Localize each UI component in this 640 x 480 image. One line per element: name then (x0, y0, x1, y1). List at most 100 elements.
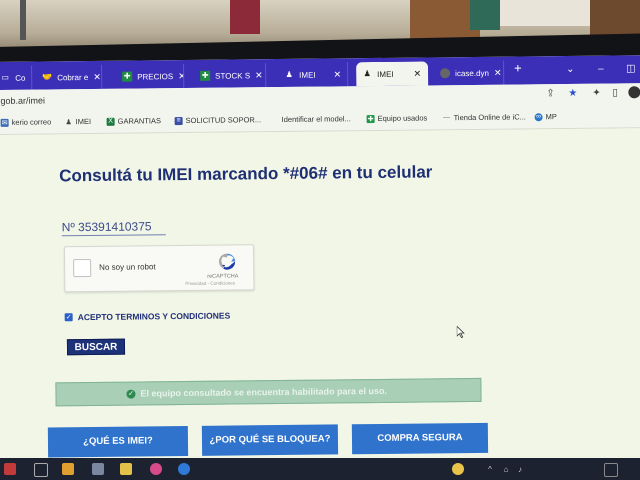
bookmark-item[interactable]: ≡ SOLICITUD SOPOR... (174, 115, 262, 125)
url-text[interactable]: gob.ar/imei (0, 95, 45, 105)
recaptcha-logo-icon (218, 253, 236, 270)
recaptcha-terms[interactable]: Privacidad - Condiciones (185, 280, 235, 286)
bookmark-item[interactable]: — Tienda Online de iC... (443, 112, 526, 122)
bookmark-label: kerio correo (11, 117, 52, 127)
close-icon[interactable]: ✕ (494, 67, 502, 78)
what-is-imei-button[interactable]: ¿QUÉ ES IMEI? (47, 425, 189, 458)
monitor-screen: ▭ Co ✕ 🤝 Cobrar e ✕ ✚ PRECIOS ✕ ✚ STOCK … (0, 55, 640, 480)
app-icon[interactable] (92, 463, 104, 475)
mercadopago-icon: ∞ (534, 112, 543, 121)
network-icon[interactable]: ⌂ (500, 463, 512, 475)
bookmark-label: Tienda Online de iC... (453, 112, 526, 123)
globe-icon (440, 68, 451, 79)
sheets-icon: ✚ (122, 71, 133, 82)
browser-tab[interactable]: ✚ PRECIOS ✕ (116, 64, 185, 89)
terms-checkbox-row[interactable]: ✓ ACEPTO TERMINOS Y CONDICIONES (64, 310, 231, 323)
close-icon[interactable]: ✕ (30, 72, 32, 83)
bookmark-item[interactable]: Identificar el model... (271, 114, 351, 124)
page-icon: ▭ (1, 72, 9, 82)
browser-tab[interactable]: ▭ Co ✕ (0, 65, 33, 90)
minimize-icon[interactable]: – (598, 64, 604, 75)
bookmark-label: Equipo usados (377, 113, 428, 123)
handshake-icon: 🤝 (42, 72, 53, 82)
bookmark-item[interactable]: ∞ MP (534, 112, 557, 122)
person-icon: ♟ (65, 118, 72, 126)
tab-label: STOCK S (215, 70, 251, 81)
bookmark-label: MP (545, 112, 557, 122)
browser-tab[interactable]: ♟ IMEI ✕ (278, 62, 349, 88)
background-light (500, 0, 600, 26)
maximize-icon[interactable]: ◫ (626, 63, 636, 74)
sidebar-icon[interactable]: ▯ (612, 87, 618, 98)
close-icon[interactable]: ✕ (255, 70, 263, 81)
new-tab-button[interactable]: + (514, 60, 522, 75)
taskbar: ^ ⌂ ♪ (0, 458, 640, 480)
bookmark-item[interactable]: ♟ IMEI (65, 116, 92, 127)
notes-icon[interactable] (120, 463, 132, 475)
close-icon[interactable]: ✕ (334, 69, 342, 80)
tab-label: IMEI (377, 69, 394, 79)
terms-checkbox[interactable]: ✓ (64, 313, 73, 322)
page-title: Consultá tu IMEI marcando *#06# en tu ce… (59, 162, 433, 186)
bookmark-label: Identificar el model... (281, 114, 351, 124)
tab-label: Cobrar e (57, 72, 89, 82)
browser-tab[interactable]: icase.dyn ✕ (434, 60, 505, 86)
person-icon: ♟ (285, 69, 293, 79)
search-button[interactable]: BUSCAR (66, 338, 126, 356)
recaptcha-checkbox[interactable] (73, 258, 92, 278)
app-icon[interactable] (4, 463, 16, 475)
browser-tab[interactable]: ✚ STOCK S ✕ (194, 63, 267, 88)
sheets-icon: ✚ (200, 70, 211, 81)
browser-tab[interactable]: 🤝 Cobrar e ✕ (36, 64, 103, 90)
mail-icon: ✉ (0, 118, 9, 127)
tab-label: Co (15, 73, 26, 83)
sheets-icon: ✚ (366, 114, 375, 123)
tray-chevron-icon[interactable]: ^ (484, 463, 496, 475)
weather-icon (452, 463, 464, 475)
recaptcha-brand: reCAPTCHA (207, 273, 239, 280)
chrome-icon[interactable] (150, 463, 162, 475)
safe-purchase-button[interactable]: COMPRA SEGURA (351, 422, 489, 455)
imei-input[interactable] (61, 218, 166, 237)
doc-icon: ≡ (174, 116, 183, 125)
bookmark-item[interactable]: ✉ kerio correo (0, 117, 52, 127)
terms-label: ACEPTO TERMINOS Y CONDICIONES (77, 310, 231, 323)
bookmark-label: GARANTIAS (117, 116, 162, 126)
bookmark-label: SOLICITUD SOPOR... (185, 115, 262, 125)
volume-icon[interactable]: ♪ (514, 463, 526, 475)
task-view-icon[interactable] (34, 463, 48, 477)
background-sign (230, 0, 260, 34)
extensions-icon[interactable]: ✦ (592, 88, 601, 99)
close-icon[interactable]: ✕ (178, 70, 184, 81)
recaptcha-label: No soy un robot (99, 262, 156, 272)
bookmark-label: IMEI (75, 116, 92, 127)
person-icon: ♟ (363, 69, 371, 79)
folder-icon[interactable] (62, 463, 74, 475)
close-icon[interactable]: ✕ (414, 68, 422, 79)
chevron-down-icon[interactable]: ⌄ (566, 64, 575, 75)
why-blocked-button[interactable]: ¿POR QUÉ SE BLOQUEA? (201, 424, 339, 456)
recaptcha-widget: No soy un robot reCAPTCHA Privacidad - C… (63, 244, 255, 293)
bookmark-item[interactable]: X GARANTIAS (106, 116, 162, 126)
background-sign (470, 0, 500, 30)
tab-label: icase.dyn (455, 68, 489, 78)
star-icon[interactable]: ★ (568, 88, 577, 99)
status-text: El equipo consultado se encuentra habili… (140, 385, 388, 399)
apple-icon (271, 116, 279, 124)
bookmark-item[interactable]: ✚ Equipo usados (366, 113, 428, 123)
status-message: ✓ El equipo consultado se encuentra habi… (55, 377, 482, 407)
notifications-icon[interactable] (604, 463, 618, 477)
tab-label: IMEI (299, 70, 316, 80)
background-pole (20, 0, 26, 40)
dash-icon: — (443, 114, 451, 122)
share-icon[interactable]: ⇪ (546, 88, 555, 99)
browser-tab-active[interactable]: ♟ IMEI ✕ (356, 61, 429, 87)
app-icon[interactable] (178, 463, 190, 475)
close-icon[interactable]: ✕ (93, 71, 101, 82)
avatar[interactable] (628, 86, 640, 99)
excel-icon: X (106, 117, 115, 126)
mouse-cursor-icon (456, 326, 465, 339)
tab-label: PRECIOS (137, 71, 174, 82)
page-content: Consultá tu IMEI marcando *#06# en tu ce… (0, 128, 640, 480)
check-circle-icon: ✓ (126, 389, 136, 399)
